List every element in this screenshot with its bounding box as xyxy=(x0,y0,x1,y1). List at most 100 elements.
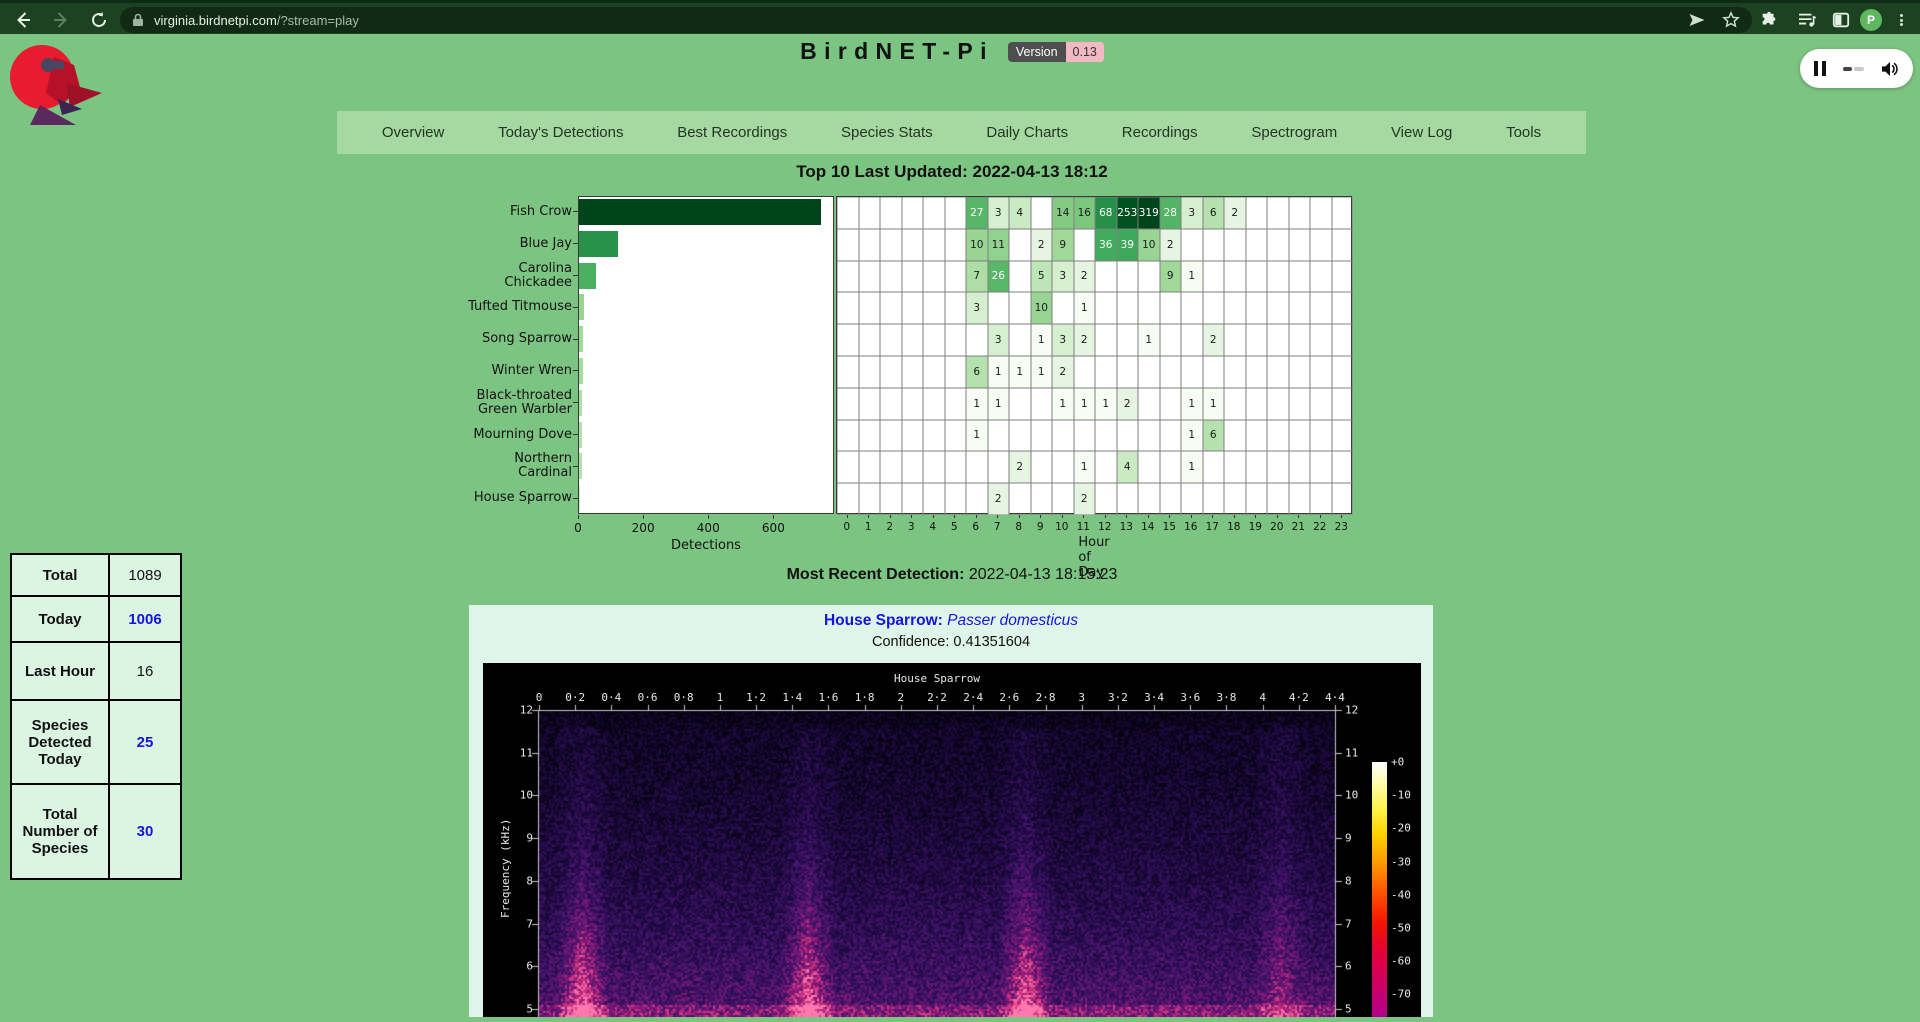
time-tick-label: 0·6 xyxy=(638,691,658,704)
main-nav: Overview Today's Detections Best Recording… xyxy=(337,111,1586,154)
heatmap-cell xyxy=(1138,261,1160,293)
heatmap-cell xyxy=(1160,388,1182,420)
heatmap-cell xyxy=(1289,451,1311,483)
heatmap-cell xyxy=(966,324,988,356)
bar-axis-title: Detections xyxy=(671,538,741,553)
menu-kebab-icon[interactable] xyxy=(1884,3,1918,37)
heatmap-cell xyxy=(837,229,859,261)
heatmap-cell xyxy=(1332,197,1354,229)
time-tick-label: 1·6 xyxy=(819,691,839,704)
heatmap-cell xyxy=(837,388,859,420)
pause-icon[interactable] xyxy=(1814,61,1826,76)
heatmap-cell xyxy=(1310,483,1332,515)
heatmap-cell xyxy=(945,388,967,420)
heatmap-cell xyxy=(923,292,945,324)
nav-item-species-stats[interactable]: Species Stats xyxy=(841,124,933,141)
heatmap-cell xyxy=(1310,420,1332,452)
extensions-puzzle-icon[interactable] xyxy=(1752,3,1786,37)
heatmap-cell: 2 xyxy=(1160,229,1182,261)
browser-toolbar: virginia.birdnetpi.com/?stream=play P xyxy=(0,0,1920,34)
back-icon[interactable] xyxy=(6,3,40,37)
detections-bar xyxy=(579,199,821,225)
heatmap-cell: 2 xyxy=(1224,197,1246,229)
nav-item-recordings[interactable]: Recordings xyxy=(1122,124,1198,141)
hour-tick-label: 12 xyxy=(1098,521,1111,533)
heatmap-cell xyxy=(1181,356,1203,388)
heatmap-cell xyxy=(945,451,967,483)
address-bar[interactable]: virginia.birdnetpi.com/?stream=play xyxy=(120,7,1752,33)
heatmap-cell xyxy=(1095,356,1117,388)
heatmap-cell xyxy=(1224,388,1246,420)
nav-item-best-recordings[interactable]: Best Recordings xyxy=(677,124,787,141)
heatmap-cell: 2 xyxy=(1052,356,1074,388)
stats-label: Total Number of Species xyxy=(11,784,109,879)
heatmap-cell: 26 xyxy=(988,261,1010,293)
heatmap-cell xyxy=(988,292,1010,324)
hour-tickmark xyxy=(1298,515,1299,518)
side-panel-icon[interactable] xyxy=(1824,3,1858,37)
heatmap-cell xyxy=(1117,420,1139,452)
heatmap-cell: 1 xyxy=(1181,451,1203,483)
heatmap-cell xyxy=(902,324,924,356)
heatmap-cell xyxy=(945,261,967,293)
nav-item-today-s-detections[interactable]: Today's Detections xyxy=(498,124,623,141)
nav-item-overview[interactable]: Overview xyxy=(382,124,445,141)
hour-tick-label: 2 xyxy=(886,521,893,533)
heatmap-cell xyxy=(902,483,924,515)
audio-scrubber[interactable] xyxy=(1843,67,1864,71)
nav-item-view-log[interactable]: View Log xyxy=(1391,124,1452,141)
heatmap-cell xyxy=(859,197,881,229)
freq-tick-label-right: 7 xyxy=(1345,917,1352,930)
heatmap-cell: 1 xyxy=(1074,451,1096,483)
heatmap-cell xyxy=(1289,292,1311,324)
heatmap-cell xyxy=(1074,229,1096,261)
hour-tick-label: 11 xyxy=(1077,521,1090,533)
db-tick-label: -20 xyxy=(1391,822,1411,835)
audio-player[interactable] xyxy=(1800,49,1913,88)
db-tick-label: -40 xyxy=(1391,888,1411,901)
heatmap-cell: 4 xyxy=(1117,451,1139,483)
species-label: Tufted Titmouse xyxy=(337,300,572,314)
heatmap-cell xyxy=(1009,324,1031,356)
hour-tick-label: 21 xyxy=(1292,521,1305,533)
forward-icon[interactable] xyxy=(44,3,78,37)
heatmap-cell xyxy=(1224,292,1246,324)
heatmap-cell xyxy=(880,261,902,293)
bookmark-star-icon[interactable] xyxy=(1714,3,1748,37)
profile-avatar[interactable]: P xyxy=(1854,3,1888,37)
stats-value-link[interactable]: 1006 xyxy=(109,596,181,642)
heatmap-cell xyxy=(859,451,881,483)
heatmap-cell: 7 xyxy=(966,261,988,293)
time-tick-label: 1·8 xyxy=(855,691,875,704)
most-recent-label: Most Recent Detection: xyxy=(787,566,965,583)
heatmap-cell xyxy=(1009,229,1031,261)
volume-icon[interactable] xyxy=(1881,61,1899,77)
heatmap-cell xyxy=(1052,483,1074,515)
time-tick-label: 0·4 xyxy=(601,691,621,704)
time-tick-label: 4·4 xyxy=(1325,691,1345,704)
spectrogram-canvas xyxy=(483,663,1421,1017)
stats-value-link[interactable]: 25 xyxy=(109,700,181,784)
heatmap-cell xyxy=(1310,261,1332,293)
freq-tick-label-left: 7 xyxy=(526,917,533,930)
heatmap-cell xyxy=(1289,483,1311,515)
nav-item-spectrogram[interactable]: Spectrogram xyxy=(1251,124,1337,141)
hour-tickmark xyxy=(1019,515,1020,518)
nav-item-daily-charts[interactable]: Daily Charts xyxy=(986,124,1068,141)
hour-tickmark xyxy=(1191,515,1192,518)
heatmap-cell xyxy=(1160,420,1182,452)
heatmap-cell xyxy=(902,197,924,229)
time-tick-label: 0·2 xyxy=(565,691,585,704)
nav-item-tools[interactable]: Tools xyxy=(1506,124,1541,141)
heatmap-cell xyxy=(1246,483,1268,515)
heatmap-cell: 2 xyxy=(1074,261,1096,293)
stats-value-link[interactable]: 30 xyxy=(109,784,181,879)
heatmap-cell xyxy=(837,420,859,452)
media-playlist-icon[interactable] xyxy=(1790,3,1824,37)
heatmap-cell xyxy=(859,420,881,452)
heatmap-cell xyxy=(1246,420,1268,452)
send-icon[interactable] xyxy=(1680,3,1714,37)
heatmap-cell xyxy=(1181,483,1203,515)
reload-icon[interactable] xyxy=(82,3,116,37)
heatmap-cell: 2 xyxy=(1117,388,1139,420)
